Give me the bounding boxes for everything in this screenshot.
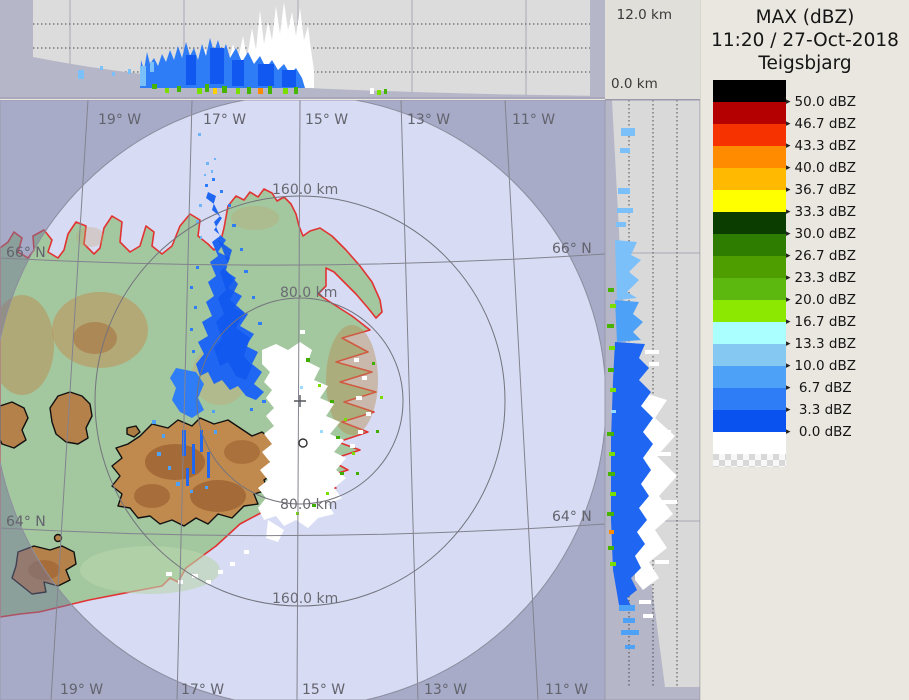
dbz-threshold-label: ▸ 40.0 dBZ — [786, 160, 856, 176]
dbz-swatch — [713, 278, 786, 300]
dbz-swatch-below-min — [713, 432, 786, 454]
ring-label-80-bottom: 80.0 km — [280, 497, 337, 513]
threshold-arrow-icon: ▸ — [786, 295, 791, 305]
product-datetime: 11:20 / 27-Oct-2018 — [711, 30, 899, 51]
dbz-swatch — [713, 410, 786, 432]
dbz-swatch-transparent — [713, 454, 786, 467]
product-name: MAX (dBZ) — [755, 7, 855, 28]
dbz-swatch — [713, 190, 786, 212]
dbz-threshold-label: ▸ 43.3 dBZ — [786, 138, 856, 154]
dbz-swatch — [713, 344, 786, 366]
threshold-arrow-icon: ▸ — [786, 141, 791, 151]
threshold-arrow-icon: ▸ — [786, 339, 791, 349]
lat-label-left: 64° N — [6, 514, 46, 530]
threshold-arrow-icon: ▸ — [786, 383, 791, 393]
dbz-threshold-label: ▸ 6.7 dBZ — [786, 380, 852, 396]
dbz-swatch — [713, 300, 786, 322]
dbz-swatch — [713, 256, 786, 278]
threshold-arrow-icon: ▸ — [786, 405, 791, 415]
dbz-swatch — [713, 366, 786, 388]
threshold-arrow-icon: ▸ — [786, 97, 791, 107]
color-scale-labels: ▸ 50.0 dBZ ▸ 46.7 dBZ ▸ 43.3 dBZ ▸ 40.0 dBZ ▸ 36.… — [786, 91, 856, 443]
dbz-swatch — [713, 102, 786, 124]
dbz-swatch — [713, 80, 786, 102]
threshold-arrow-icon: ▸ — [786, 317, 791, 327]
ring-label-80-top: 80.0 km — [280, 285, 337, 301]
dbz-swatch — [713, 168, 786, 190]
lon-label-bottom: 13° W — [424, 682, 467, 698]
dbz-swatch — [713, 124, 786, 146]
top-cross-section-panel — [0, 0, 605, 99]
right-cross-section-canvas — [604, 99, 701, 700]
dbz-threshold-label: ▸ 26.7 dBZ — [786, 248, 856, 264]
dbz-threshold-label: ▸ 23.3 dBZ — [786, 270, 856, 286]
dbz-threshold-label: ▸ 3.3 dBZ — [786, 402, 852, 418]
lon-label-top: 11° W — [512, 112, 555, 128]
dbz-threshold-label: ▸ 30.0 dBZ — [786, 226, 856, 242]
dbz-swatch — [713, 212, 786, 234]
top-cross-section-canvas — [0, 0, 605, 99]
lon-label-bottom: 19° W — [60, 682, 103, 698]
threshold-arrow-icon: ▸ — [786, 163, 791, 173]
dbz-swatch — [713, 146, 786, 168]
lon-label-bottom: 17° W — [181, 682, 224, 698]
product-header: MAX (dBZ) 11:20 / 27-Oct-2018 Teigsbjarg — [701, 0, 909, 75]
ring-label-160-bottom: 160.0 km — [272, 591, 338, 607]
threshold-arrow-icon: ▸ — [786, 207, 791, 217]
lon-label-top: 13° W — [407, 112, 450, 128]
lon-label-bottom: 11° W — [545, 682, 588, 698]
station-name: Teigsbjarg — [758, 53, 852, 74]
ring-label-160-top: 160.0 km — [272, 182, 338, 198]
lon-label-top: 17° W — [203, 112, 246, 128]
threshold-arrow-icon: ▸ — [786, 119, 791, 129]
dbz-threshold-label: ▸ 20.0 dBZ — [786, 292, 856, 308]
lon-label-top: 15° W — [305, 112, 348, 128]
dbz-swatch — [713, 322, 786, 344]
dbz-swatch — [713, 388, 786, 410]
lat-label-left: 66° N — [6, 245, 46, 261]
height-axis-max-label: 12.0 km — [616, 7, 672, 23]
legend-sidebar: MAX (dBZ) 11:20 / 27-Oct-2018 Teigsbjarg… — [700, 0, 909, 700]
dbz-threshold-label: ▸ 13.3 dBZ — [786, 336, 856, 352]
threshold-arrow-icon: ▸ — [786, 273, 791, 283]
lat-label-right: 64° N — [552, 509, 592, 525]
radar-map-canvas: 19° W 17° W 15° W 13° W 11° W 19° W 17° … — [0, 94, 607, 700]
dbz-swatch — [713, 234, 786, 256]
radar-display-window: 12.0 km 0.0 km 19° W 17° W 15° W 13° W 1… — [0, 0, 909, 700]
height-axis-corner: 12.0 km 0.0 km — [605, 0, 700, 100]
dbz-threshold-label: ▸ 10.0 dBZ — [786, 358, 856, 374]
threshold-arrow-icon: ▸ — [786, 251, 791, 261]
right-cross-section-panel — [604, 99, 701, 700]
dbz-threshold-label: ▸ 16.7 dBZ — [786, 314, 856, 330]
threshold-arrow-icon: ▸ — [786, 185, 791, 195]
lat-label-right: 66° N — [552, 241, 592, 257]
dbz-threshold-label: ▸ 50.0 dBZ — [786, 94, 856, 110]
threshold-arrow-icon: ▸ — [786, 361, 791, 371]
dbz-threshold-label: ▸ 36.7 dBZ — [786, 182, 856, 198]
dbz-threshold-label: ▸ 0.0 dBZ — [786, 424, 852, 440]
threshold-arrow-icon: ▸ — [786, 229, 791, 239]
threshold-arrow-icon: ▸ — [786, 427, 791, 437]
color-swatch-column — [713, 80, 786, 467]
dbz-threshold-label: ▸ 46.7 dBZ — [786, 116, 856, 132]
lon-label-top: 19° W — [98, 112, 141, 128]
lon-label-bottom: 15° W — [302, 682, 345, 698]
dbz-threshold-label: ▸ 33.3 dBZ — [786, 204, 856, 220]
height-axis-min-label: 0.0 km — [611, 76, 658, 92]
radar-map: 19° W 17° W 15° W 13° W 11° W 19° W 17° … — [0, 94, 607, 700]
